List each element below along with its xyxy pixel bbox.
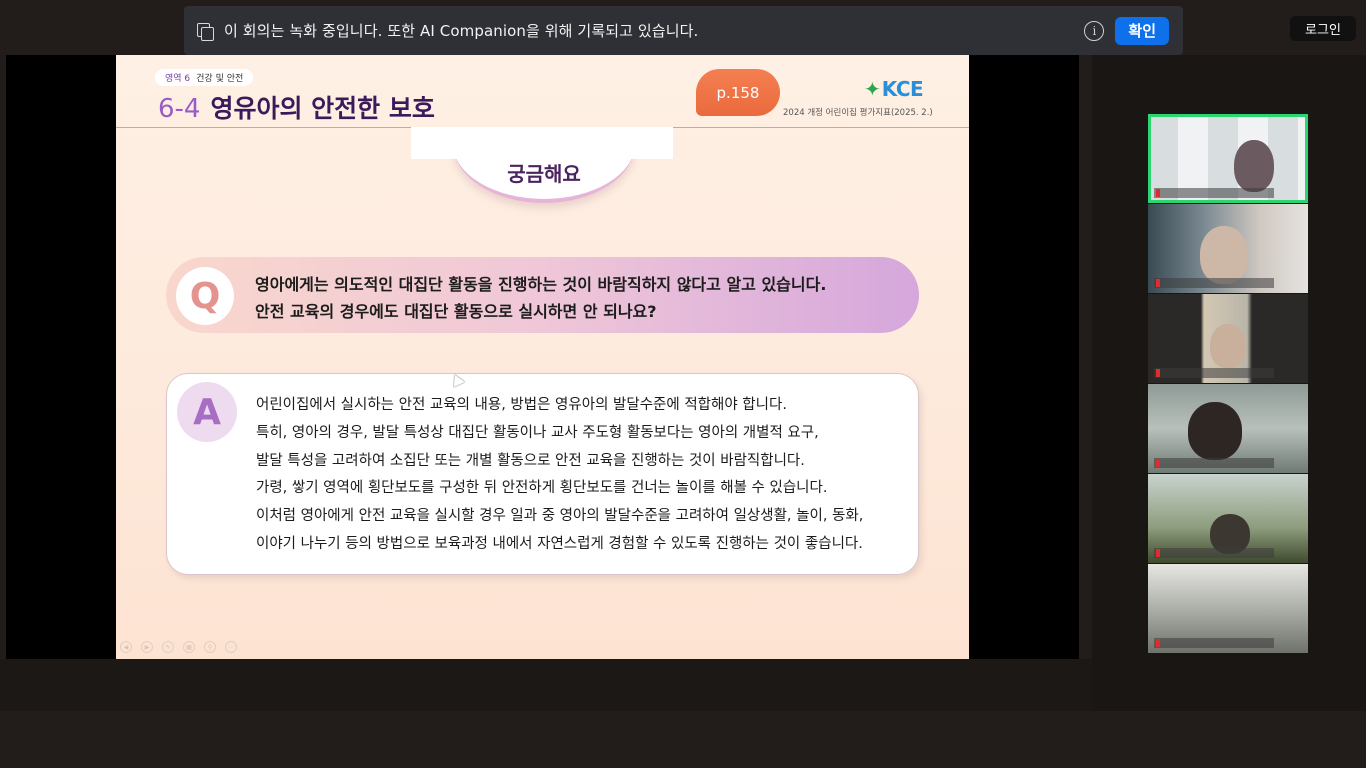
copy-icon bbox=[196, 22, 214, 41]
info-icon[interactable]: i bbox=[1084, 20, 1105, 41]
question-line: 영아에게는 의도적인 대집단 활동을 진행하는 것이 바람직하지 않다고 알고 … bbox=[255, 275, 827, 294]
answer-text: 어린이집에서 실시하는 안전 교육의 내용, 방법은 영유아의 발달수준에 적합… bbox=[256, 392, 863, 559]
pen-icon[interactable]: ✎ bbox=[162, 641, 174, 653]
area-badge: 영역 6 건강 및 안전 bbox=[155, 69, 254, 86]
participant-name-bar bbox=[1154, 278, 1274, 288]
participant-tile[interactable] bbox=[1148, 474, 1308, 563]
participant-tile[interactable] bbox=[1148, 294, 1308, 383]
recording-message: 이 회의는 녹화 중입니다. 또한 AI Companion을 위해 기록되고 … bbox=[224, 22, 699, 40]
shared-slide: 영역 6 건강 및 안전 6-4 영유아의 안전한 보호 p.158 ✦ KCE… bbox=[116, 55, 969, 659]
participant-name-bar bbox=[1154, 638, 1274, 648]
next-slide-icon[interactable]: ▶ bbox=[141, 641, 153, 653]
answer-line: 가령, 쌓기 영역에 횡단보도를 구성한 뒤 안전하게 횡단보도를 건너는 놀이… bbox=[256, 480, 828, 497]
participant-name-bar bbox=[1154, 548, 1274, 558]
question-text: 영아에게는 의도적인 대집단 활동을 진행하는 것이 바람직하지 않다고 알고 … bbox=[255, 271, 826, 325]
question-line: 안전 교육의 경우에도 대집단 활동으로 실시하면 안 되나요? bbox=[255, 302, 657, 321]
person-icon: ✦ bbox=[864, 77, 881, 101]
page-reference-badge: p.158 bbox=[696, 69, 780, 116]
participant-tile[interactable] bbox=[1148, 204, 1308, 293]
answer-line: 발달 특성을 고려하여 소집단 또는 개별 활동으로 안전 교육을 진행하는 것… bbox=[256, 452, 805, 469]
answer-letter: A bbox=[177, 382, 237, 442]
login-button[interactable]: 로그인 bbox=[1290, 16, 1356, 41]
muted-mic-icon bbox=[1156, 459, 1160, 467]
participant-name-bar bbox=[1154, 458, 1274, 468]
participant-tile[interactable] bbox=[1148, 564, 1308, 653]
recording-banner: 이 회의는 녹화 중입니다. 또한 AI Companion을 위해 기록되고 … bbox=[184, 6, 1183, 55]
curious-label: 궁금해요 bbox=[507, 161, 581, 186]
zoom-meeting-window: 이 회의는 녹화 중입니다. 또한 AI Companion을 위해 기록되고 … bbox=[0, 0, 1366, 768]
kce-logo: ✦ KCE bbox=[864, 77, 924, 101]
white-overlay bbox=[411, 127, 673, 159]
participant-name-bar bbox=[1154, 368, 1274, 378]
participant-tile[interactable] bbox=[1148, 114, 1308, 203]
muted-mic-icon bbox=[1156, 369, 1160, 377]
muted-mic-icon bbox=[1156, 189, 1160, 197]
zoom-icon[interactable]: ⚲ bbox=[204, 641, 216, 653]
slide-title-row: 6-4 영유아의 안전한 보호 bbox=[158, 89, 435, 125]
muted-mic-icon bbox=[1156, 549, 1160, 557]
participant-tile[interactable] bbox=[1148, 384, 1308, 473]
question-letter: Q bbox=[176, 267, 234, 325]
confirm-button[interactable]: 확인 bbox=[1115, 16, 1169, 45]
muted-mic-icon bbox=[1156, 279, 1160, 287]
prev-slide-icon[interactable]: ◀ bbox=[120, 641, 132, 653]
slide-toolbar: ◀ ▶ ✎ ▦ ⚲ ⋯ bbox=[120, 641, 246, 653]
participant-name-bar bbox=[1154, 188, 1274, 198]
area-number: 영역 6 bbox=[165, 74, 191, 84]
question-box: Q 영아에게는 의도적인 대집단 활동을 진행하는 것이 바람직하지 않다고 알… bbox=[166, 257, 919, 333]
logo-caption: 2024 개정 어린이집 평가지표(2025. 2.) bbox=[783, 108, 933, 118]
slide-title: 영유아의 안전한 보호 bbox=[210, 94, 435, 123]
muted-mic-icon bbox=[1156, 639, 1160, 647]
bottom-strip bbox=[0, 659, 1092, 711]
answer-line: 특히, 영아의 경우, 발달 특성상 대집단 활동이나 교사 주도형 활동보다는… bbox=[256, 424, 819, 441]
answer-line: 어린이집에서 실시하는 안전 교육의 내용, 방법은 영유아의 발달수준에 적합… bbox=[256, 397, 787, 413]
answer-line: 이처럼 영아에게 안전 교육을 실시할 경우 일과 중 영아의 발달수준을 고려… bbox=[256, 508, 864, 525]
logo-text: KCE bbox=[881, 77, 924, 101]
section-number: 6-4 bbox=[158, 94, 201, 124]
more-options-icon[interactable]: ⋯ bbox=[225, 641, 237, 653]
area-name: 건강 및 안전 bbox=[196, 74, 244, 84]
slides-grid-icon[interactable]: ▦ bbox=[183, 641, 195, 653]
answer-line: 이야기 나누기 등의 방법으로 보육과정 내에서 자연스럽게 경험할 수 있도록… bbox=[256, 535, 863, 552]
answer-box: A 어린이집에서 실시하는 안전 교육의 내용, 방법은 영유아의 발달수준에 … bbox=[166, 373, 919, 575]
